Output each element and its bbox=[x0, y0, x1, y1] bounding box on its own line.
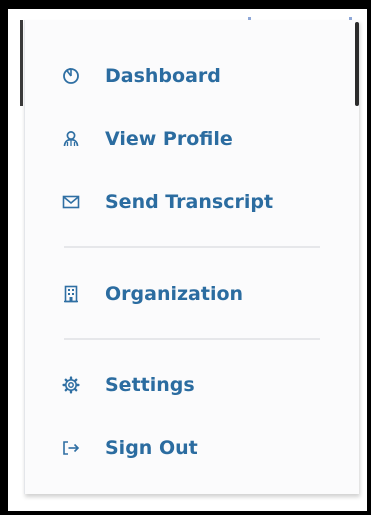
menu-item-send-transcript[interactable]: Send Transcript bbox=[40, 180, 340, 224]
menu-item-label: Send Transcript bbox=[105, 191, 274, 213]
menu-divider bbox=[64, 338, 320, 340]
menu-item-dashboard[interactable]: Dashboard bbox=[40, 54, 340, 98]
panel-edge bbox=[20, 20, 23, 106]
building-icon bbox=[60, 283, 82, 305]
menu-divider bbox=[64, 246, 320, 248]
dashboard-icon bbox=[60, 65, 82, 87]
sign-out-icon bbox=[60, 437, 82, 459]
menu-item-label: Dashboard bbox=[105, 65, 221, 87]
gear-icon bbox=[60, 374, 82, 396]
menu-item-label: Settings bbox=[105, 374, 195, 396]
profile-icon bbox=[60, 128, 82, 150]
menu-item-organization[interactable]: Organization bbox=[40, 272, 340, 316]
scrollbar[interactable] bbox=[355, 22, 359, 106]
menu-item-settings[interactable]: Settings bbox=[40, 363, 340, 407]
menu-item-label: Sign Out bbox=[105, 437, 198, 459]
envelope-icon bbox=[60, 191, 82, 213]
menu-item-label: View Profile bbox=[105, 128, 233, 150]
menu-item-label: Organization bbox=[105, 283, 244, 305]
menu-item-sign-out[interactable]: Sign Out bbox=[40, 426, 340, 470]
menu-item-view-profile[interactable]: View Profile bbox=[40, 117, 340, 161]
